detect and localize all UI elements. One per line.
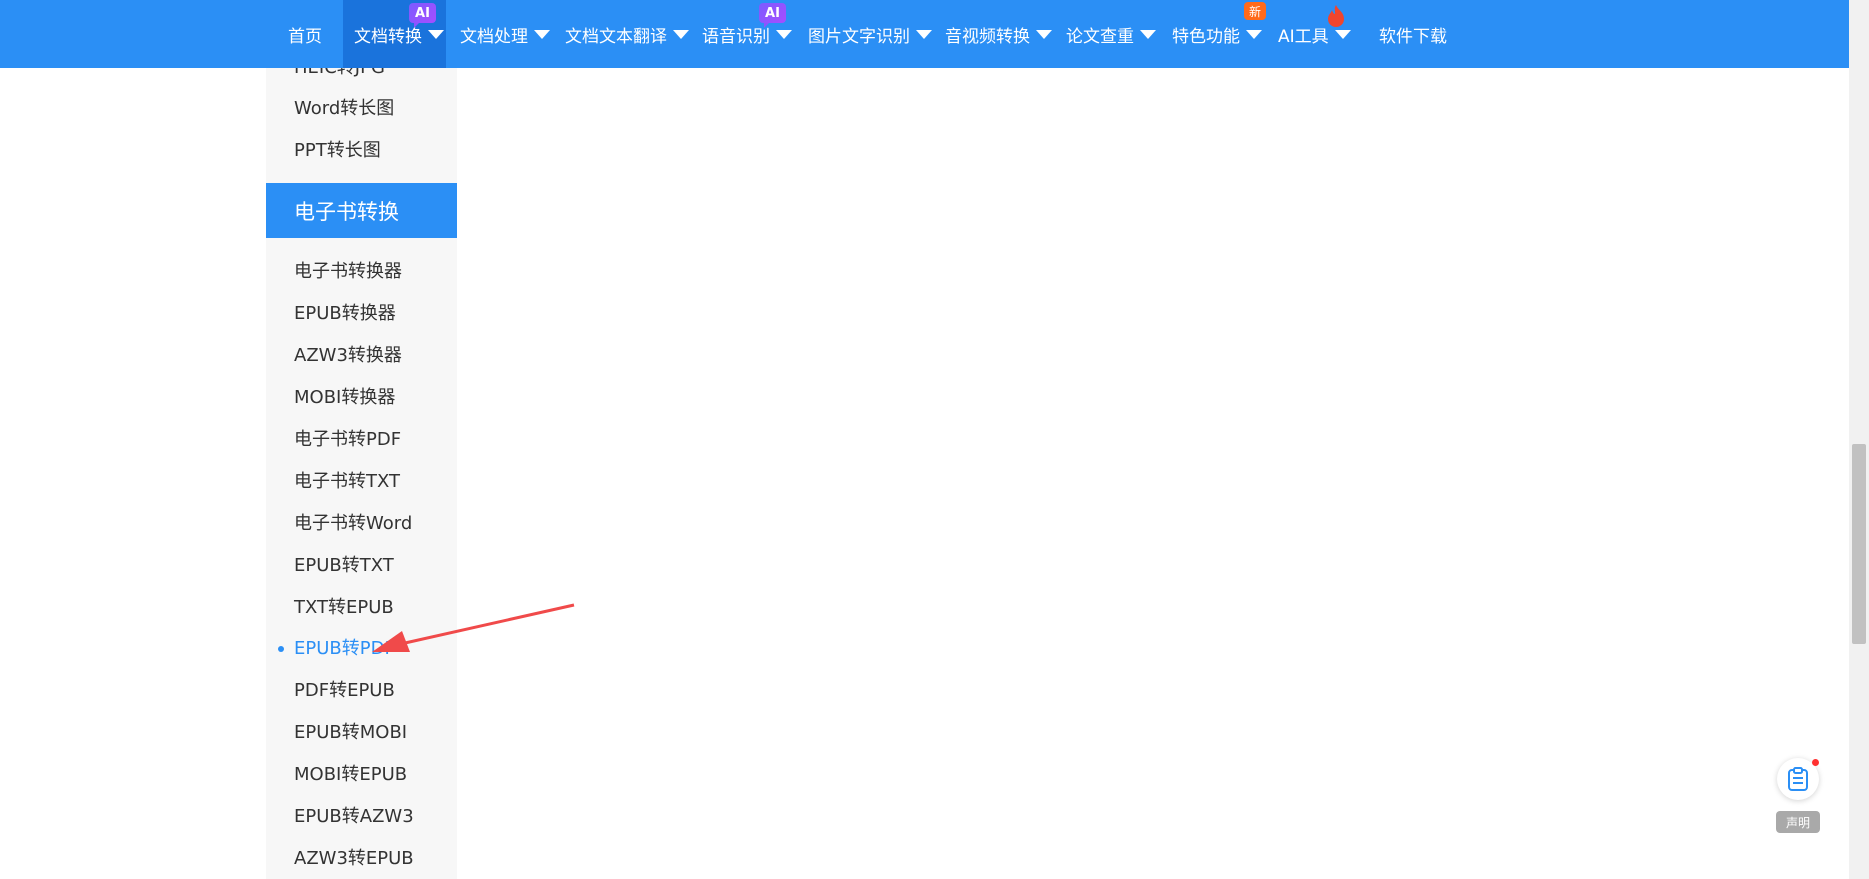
chevron-down-icon [1140, 29, 1156, 39]
sidebar-item-azw3-to-epub[interactable]: AZW3转EPUB [294, 847, 414, 871]
clipboard-icon [1788, 767, 1808, 791]
chevron-down-icon [428, 29, 444, 39]
page-scrollbar[interactable] [1849, 0, 1869, 879]
chevron-down-icon [776, 29, 792, 39]
nav-item-label: 图片文字识别 [808, 26, 910, 47]
chevron-down-icon [1334, 29, 1351, 39]
top-nav-bar: 首页 文档转换 AI 文档处理 文档文本翻译 语音识别 AI 图片文字识别 音视… [0, 0, 1849, 68]
sidebar-item-mobi-to-epub[interactable]: MOBI转EPUB [294, 763, 407, 787]
nav-item-special-features[interactable]: 特色功能 新 [1172, 0, 1266, 68]
nav-item-label: 首页 [288, 26, 322, 47]
sidebar-item-epub-to-azw3[interactable]: EPUB转AZW3 [294, 805, 414, 829]
nav-item-label: 文档处理 [460, 26, 528, 47]
statement-button[interactable] [1777, 758, 1819, 800]
ai-badge: AI [409, 3, 436, 28]
chevron-down-icon [534, 29, 550, 39]
nav-item-label: 文档文本翻译 [565, 26, 667, 47]
nav-item-label: 论文查重 [1066, 26, 1134, 47]
nav-item-home[interactable]: 首页 [288, 0, 322, 68]
section-title-label: 电子书转换 [294, 199, 399, 224]
active-indicator-dot [278, 646, 284, 652]
sidebar-item-ppt-to-long-image[interactable]: PPT转长图 [294, 139, 381, 163]
new-badge: 新 [1244, 2, 1266, 20]
sidebar-item-mobi-converter[interactable]: MOBI转换器 [294, 386, 395, 410]
sidebar-item-azw3-converter[interactable]: AZW3转换器 [294, 344, 402, 368]
sidebar-item-ebook-to-pdf[interactable]: 电子书转PDF [294, 428, 401, 452]
statement-button-label[interactable]: 声明 [1776, 811, 1820, 833]
chevron-down-icon [916, 29, 932, 39]
sidebar-section-title: 电子书转换 [266, 183, 457, 238]
chevron-down-icon [1036, 29, 1052, 39]
nav-item-ai-tools[interactable]: AI工具 [1278, 0, 1351, 68]
flame-icon [1328, 5, 1344, 27]
nav-item-label: 文档转换 [354, 26, 422, 47]
nav-item-av-convert[interactable]: 音视频转换 [945, 0, 1052, 68]
notification-dot [1812, 759, 1819, 766]
sidebar-item-epub-converter[interactable]: EPUB转换器 [294, 302, 396, 326]
nav-item-software-download[interactable]: 软件下载 [1379, 0, 1447, 68]
sidebar-item-word-to-long-image[interactable]: Word转长图 [294, 97, 394, 121]
sidebar-item-heic-to-jpg[interactable]: HEIC转JPG [294, 68, 385, 80]
nav-item-label: 语音识别 [702, 26, 770, 47]
nav-item-label: AI工具 [1278, 26, 1329, 47]
chevron-down-icon [673, 29, 689, 39]
nav-item-label: 音视频转换 [945, 26, 1030, 47]
sidebar-item-pdf-to-epub[interactable]: PDF转EPUB [294, 679, 395, 703]
nav-item-label: 软件下载 [1379, 26, 1447, 47]
ai-badge: AI [759, 3, 786, 28]
nav-item-doc-convert[interactable]: 文档转换 AI [343, 0, 446, 68]
sidebar-item-epub-to-pdf[interactable]: EPUB转PDF [294, 637, 395, 661]
sidebar: HEIC转JPG Word转长图 PPT转长图 电子书转换 电子书转换器 EPU… [266, 68, 457, 879]
sidebar-item-ebook-to-word[interactable]: 电子书转Word [294, 512, 412, 536]
sidebar-item-txt-to-epub[interactable]: TXT转EPUB [294, 596, 394, 620]
sidebar-item-ebook-converter[interactable]: 电子书转换器 [294, 260, 402, 284]
sidebar-item-epub-to-mobi[interactable]: EPUB转MOBI [294, 721, 407, 745]
chevron-down-icon [1246, 29, 1262, 39]
scrollbar-thumb[interactable] [1852, 444, 1866, 644]
nav-item-doc-translate[interactable]: 文档文本翻译 [565, 0, 689, 68]
sidebar-item-ebook-to-txt[interactable]: 电子书转TXT [294, 470, 400, 494]
nav-item-doc-process[interactable]: 文档处理 [460, 0, 550, 68]
nav-item-label: 特色功能 [1172, 26, 1240, 47]
nav-item-image-ocr[interactable]: 图片文字识别 [808, 0, 932, 68]
sidebar-item-epub-to-txt[interactable]: EPUB转TXT [294, 554, 394, 578]
nav-item-speech-recognition[interactable]: 语音识别 AI [702, 0, 792, 68]
nav-item-paper-check[interactable]: 论文查重 [1066, 0, 1156, 68]
